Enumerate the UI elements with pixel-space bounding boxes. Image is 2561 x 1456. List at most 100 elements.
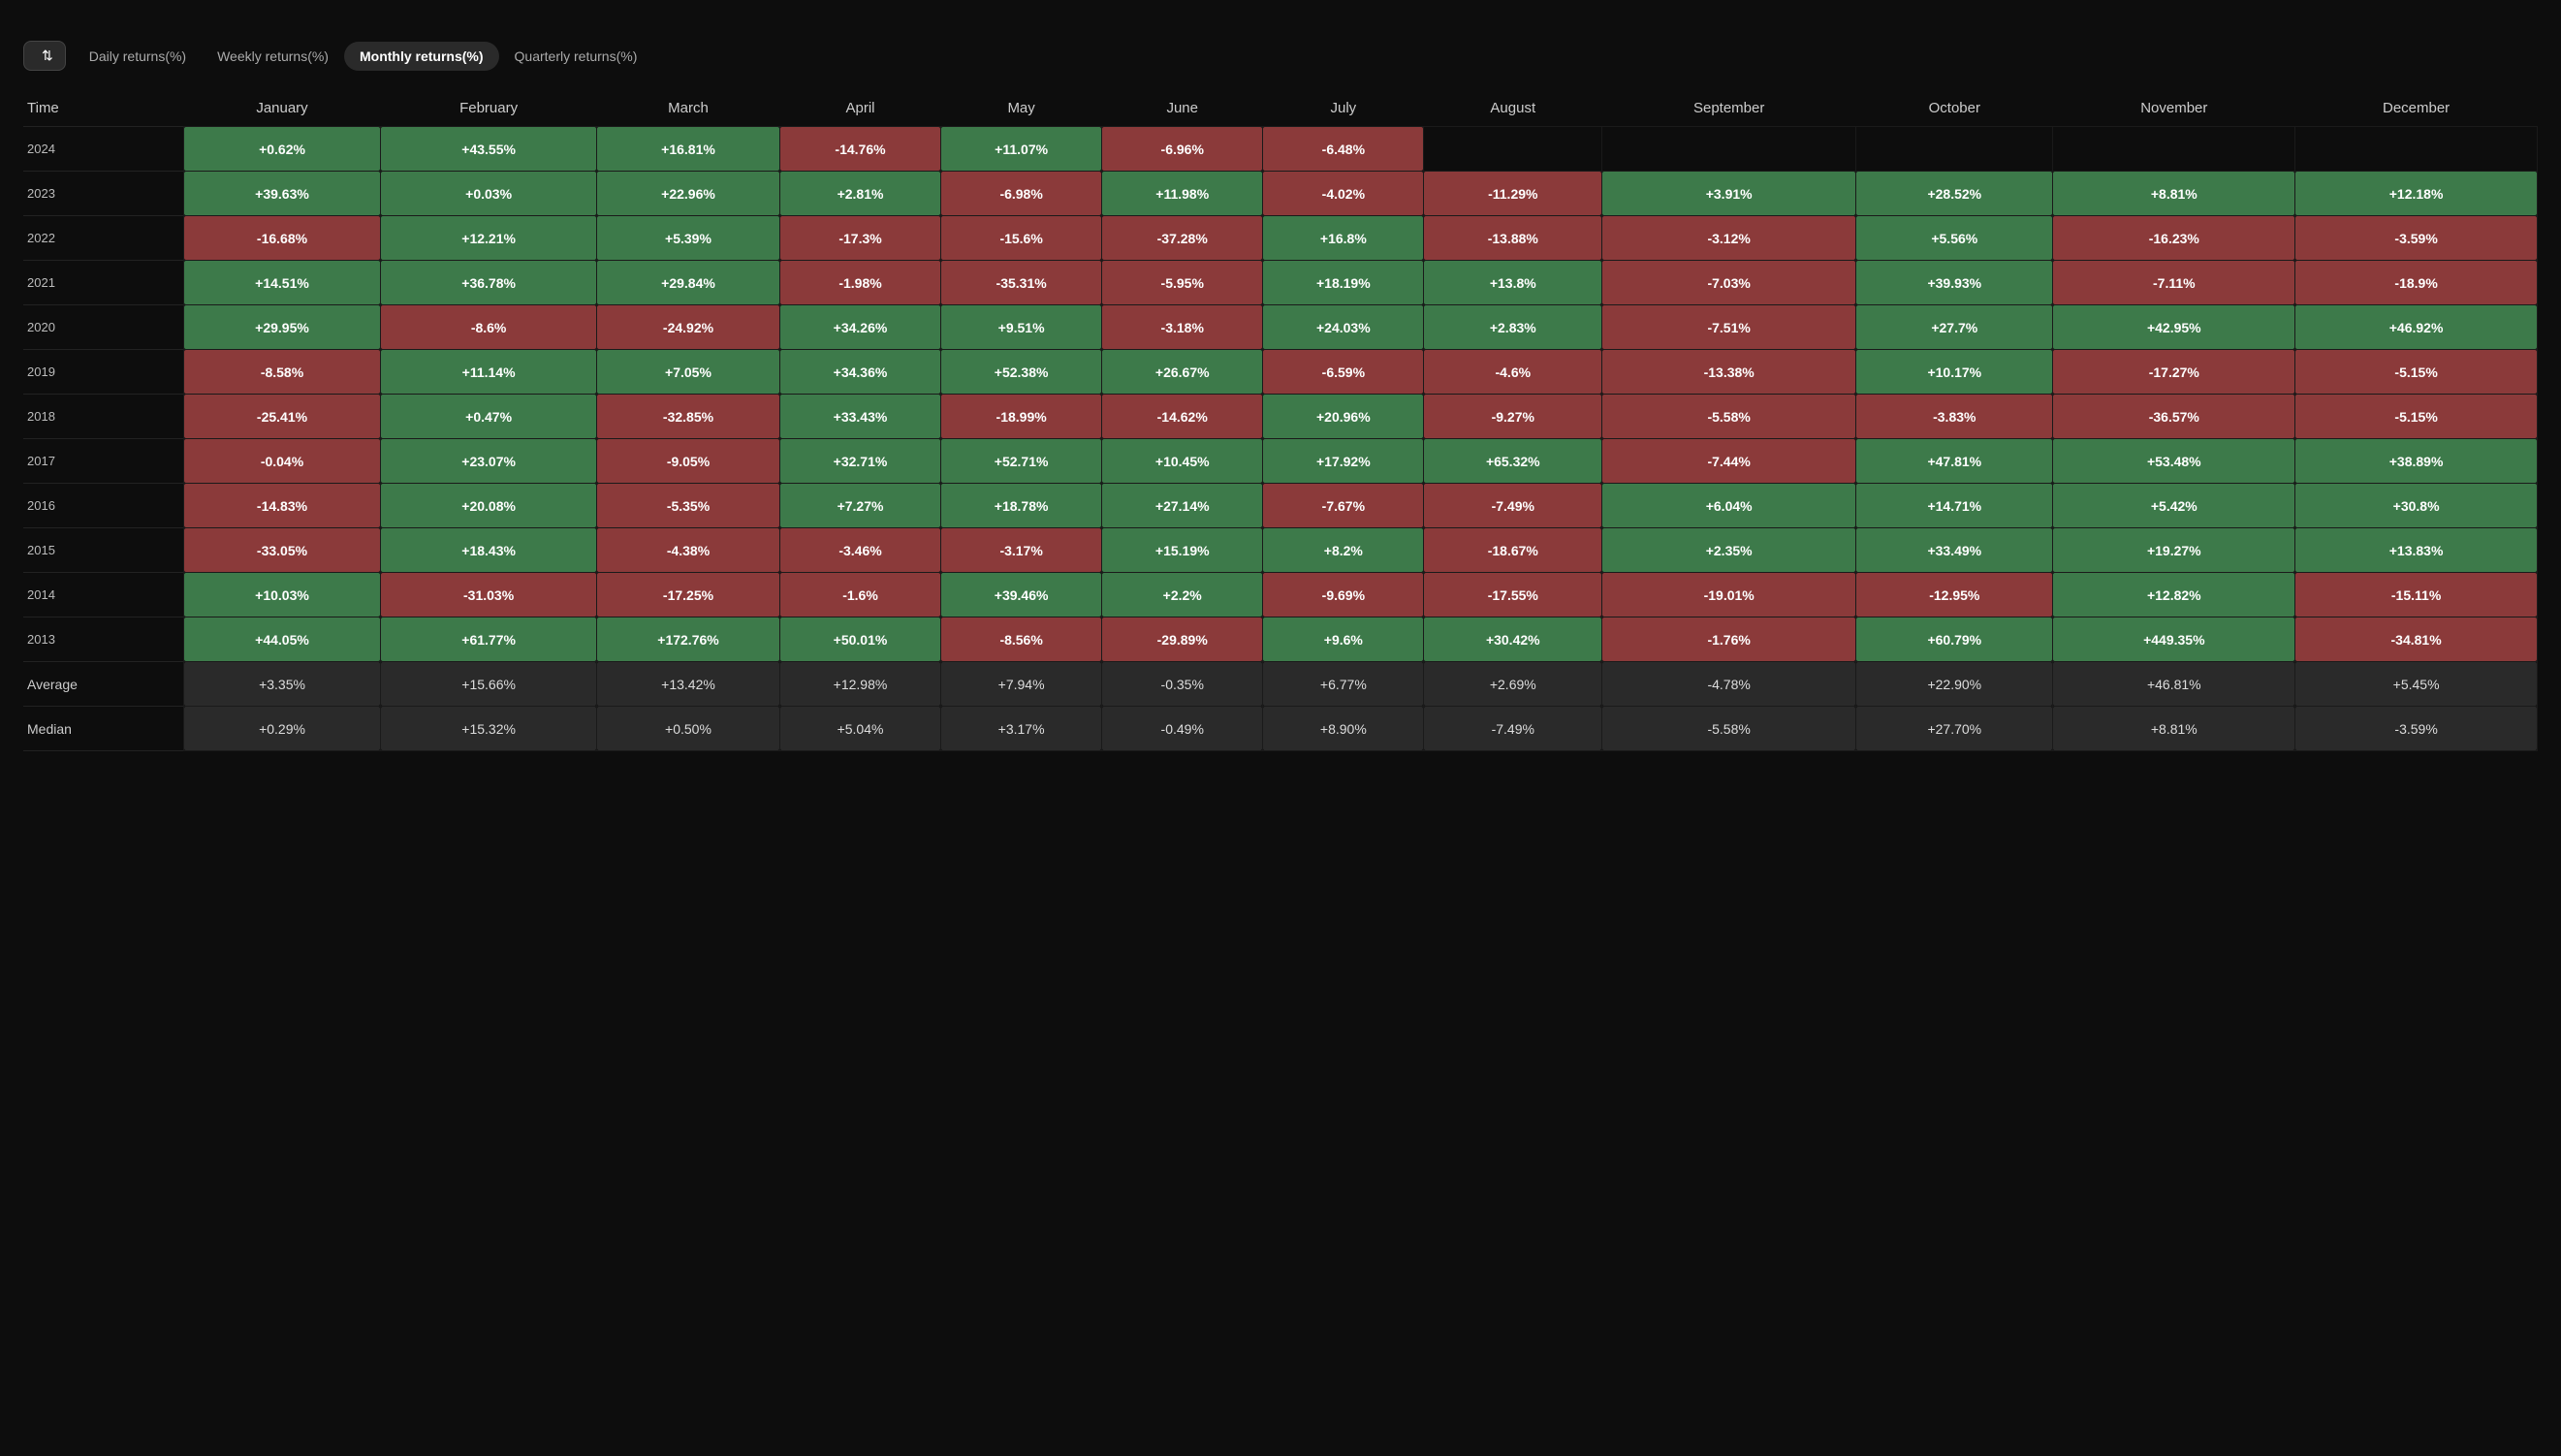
data-cell: +12.82%	[2053, 573, 2295, 617]
data-cell: -34.81%	[2295, 617, 2538, 662]
data-cell: +2.81%	[779, 172, 940, 216]
data-cell: +5.56%	[1856, 216, 2053, 261]
data-cell: -14.83%	[183, 484, 380, 528]
table-row: 2016-14.83%+20.08%-5.35%+7.27%+18.78%+27…	[23, 484, 2538, 528]
data-cell: -8.56%	[941, 617, 1102, 662]
data-cell: +17.92%	[1263, 439, 1424, 484]
asset-selector[interactable]: ⇅	[23, 41, 66, 71]
data-cell: +6.04%	[1602, 484, 1856, 528]
data-cell: -7.03%	[1602, 261, 1856, 305]
data-cell: -25.41%	[183, 395, 380, 439]
data-cell: -12.95%	[1856, 573, 2053, 617]
data-cell: -13.88%	[1424, 216, 1602, 261]
data-cell: -14.76%	[779, 127, 940, 172]
data-cell: +39.46%	[941, 573, 1102, 617]
tab-quarterly-returns---[interactable]: Quarterly returns(%)	[499, 42, 653, 71]
data-cell: +0.62%	[183, 127, 380, 172]
table-row: 2017-0.04%+23.07%-9.05%+32.71%+52.71%+10…	[23, 439, 2538, 484]
data-cell: +19.27%	[2053, 528, 2295, 573]
data-cell: +20.96%	[1263, 395, 1424, 439]
data-cell: +22.96%	[597, 172, 780, 216]
data-cell: +33.49%	[1856, 528, 2053, 573]
table-row: 2014+10.03%-31.03%-17.25%-1.6%+39.46%+2.…	[23, 573, 2538, 617]
data-cell: -5.58%	[1602, 395, 1856, 439]
data-cell: -35.31%	[941, 261, 1102, 305]
col-header-june: June	[1102, 90, 1263, 127]
data-cell: +0.47%	[381, 395, 597, 439]
data-cell: +46.92%	[2295, 305, 2538, 350]
data-cell: +36.78%	[381, 261, 597, 305]
data-cell: -16.68%	[183, 216, 380, 261]
chevron-icon: ⇅	[42, 47, 53, 64]
average-cell: +3.35%	[183, 662, 380, 707]
data-cell	[1856, 127, 2053, 172]
data-cell: -17.3%	[779, 216, 940, 261]
data-cell: +34.36%	[779, 350, 940, 395]
data-cell: -3.46%	[779, 528, 940, 573]
col-header-january: January	[183, 90, 380, 127]
data-cell: -6.59%	[1263, 350, 1424, 395]
data-cell: -11.29%	[1424, 172, 1602, 216]
table-row: 2020+29.95%-8.6%-24.92%+34.26%+9.51%-3.1…	[23, 305, 2538, 350]
data-cell: -5.15%	[2295, 395, 2538, 439]
data-cell: +14.51%	[183, 261, 380, 305]
data-cell: +11.14%	[381, 350, 597, 395]
average-cell: +6.77%	[1263, 662, 1424, 707]
col-header-december: December	[2295, 90, 2538, 127]
data-cell: -5.15%	[2295, 350, 2538, 395]
data-cell	[1424, 127, 1602, 172]
table-row: 2023+39.63%+0.03%+22.96%+2.81%-6.98%+11.…	[23, 172, 2538, 216]
average-cell: +15.66%	[381, 662, 597, 707]
data-cell: -6.96%	[1102, 127, 1263, 172]
data-cell: -7.67%	[1263, 484, 1424, 528]
data-cell: -13.38%	[1602, 350, 1856, 395]
data-cell: +34.26%	[779, 305, 940, 350]
data-cell: +14.71%	[1856, 484, 2053, 528]
data-cell: +24.03%	[1263, 305, 1424, 350]
tab-weekly-returns---[interactable]: Weekly returns(%)	[202, 42, 344, 71]
average-cell: +2.69%	[1424, 662, 1602, 707]
data-cell: +50.01%	[779, 617, 940, 662]
data-cell: -32.85%	[597, 395, 780, 439]
data-cell: +47.81%	[1856, 439, 2053, 484]
data-cell: +43.55%	[381, 127, 597, 172]
data-cell: +8.2%	[1263, 528, 1424, 573]
data-cell: -31.03%	[381, 573, 597, 617]
data-cell: +7.27%	[779, 484, 940, 528]
year-2017: 2017	[23, 439, 183, 484]
median-cell: +5.04%	[779, 707, 940, 751]
data-cell: +449.35%	[2053, 617, 2295, 662]
data-cell: +18.43%	[381, 528, 597, 573]
median-row: Median+0.29%+15.32%+0.50%+5.04%+3.17%-0.…	[23, 707, 2538, 751]
data-cell: +27.7%	[1856, 305, 2053, 350]
data-cell: +9.51%	[941, 305, 1102, 350]
col-header-time: Time	[23, 90, 183, 127]
data-cell: +15.19%	[1102, 528, 1263, 573]
data-cell	[1602, 127, 1856, 172]
data-cell: +65.32%	[1424, 439, 1602, 484]
data-cell: -15.11%	[2295, 573, 2538, 617]
year-2015: 2015	[23, 528, 183, 573]
data-cell: -9.69%	[1263, 573, 1424, 617]
median-cell: -0.49%	[1102, 707, 1263, 751]
data-cell: -24.92%	[597, 305, 780, 350]
tab-daily-returns---[interactable]: Daily returns(%)	[74, 42, 202, 71]
data-cell: -29.89%	[1102, 617, 1263, 662]
data-cell: -14.62%	[1102, 395, 1263, 439]
data-cell: -6.48%	[1263, 127, 1424, 172]
data-cell: +12.18%	[2295, 172, 2538, 216]
median-cell: -3.59%	[2295, 707, 2538, 751]
data-cell: -4.02%	[1263, 172, 1424, 216]
data-cell: +60.79%	[1856, 617, 2053, 662]
median-cell: +0.29%	[183, 707, 380, 751]
tab-monthly-returns---[interactable]: Monthly returns(%)	[344, 42, 499, 71]
median-cell: +27.70%	[1856, 707, 2053, 751]
data-cell: +8.81%	[2053, 172, 2295, 216]
data-cell: -0.04%	[183, 439, 380, 484]
data-cell: +5.42%	[2053, 484, 2295, 528]
year-2023: 2023	[23, 172, 183, 216]
data-cell: +12.21%	[381, 216, 597, 261]
data-cell: -3.83%	[1856, 395, 2053, 439]
data-cell: -18.67%	[1424, 528, 1602, 573]
data-cell: -37.28%	[1102, 216, 1263, 261]
